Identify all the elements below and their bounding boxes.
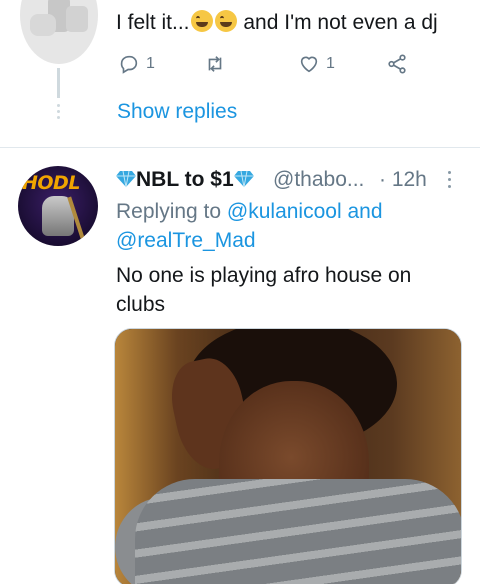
avatar[interactable] [20, 0, 98, 64]
avatar[interactable]: HODL [18, 166, 98, 246]
retweet-icon [208, 56, 222, 72]
diamond-icon [233, 170, 254, 188]
more-icon[interactable] [448, 169, 452, 191]
thread-dot [57, 110, 60, 113]
mention-link[interactable]: @realTre_Mad [116, 229, 256, 252]
like-count: 1 [326, 55, 335, 72]
tweet-text: I felt it... and I'm not even a dj [116, 9, 438, 37]
divider [0, 147, 480, 148]
user-handle[interactable]: @thabo... [273, 165, 364, 195]
reply-icon [120, 55, 138, 74]
tweet-text: No one is playing afro house on clubs [116, 264, 412, 316]
share-icon [388, 54, 406, 74]
mention-link[interactable]: @kulanicool [227, 200, 342, 223]
tweet-header: NBL to $1 @thabo... · 12h [116, 165, 466, 195]
replying-conjunction: and [347, 200, 383, 223]
tweet-actions: 1 1 [118, 53, 418, 79]
retweet-button[interactable] [204, 53, 232, 75]
show-replies-link[interactable]: Show replies [117, 99, 237, 125]
tweet-text-start: I felt it... [116, 11, 190, 34]
like-button[interactable]: 1 [298, 53, 335, 75]
diamond-icon [116, 170, 136, 188]
reply-button[interactable]: 1 [118, 53, 155, 75]
avatar-text: HODL [22, 172, 80, 194]
thread-connector [57, 68, 60, 98]
display-name[interactable]: NBL to $1 [136, 168, 234, 191]
tweet-media-image[interactable] [114, 328, 462, 584]
replying-prefix: Replying to [116, 200, 222, 223]
replying-to: Replying to @kulanicool and @realTre_Mad [116, 197, 446, 255]
tweet-text-end: and I'm not even a dj [243, 11, 438, 34]
thread-dot [57, 104, 60, 107]
like-icon [300, 56, 318, 73]
thread-dot [57, 116, 60, 119]
laughing-emoji-icon [190, 10, 213, 32]
timestamp[interactable]: · 12h [379, 165, 427, 195]
reply-count: 1 [146, 55, 155, 72]
share-button[interactable] [386, 53, 408, 75]
rofl-emoji-icon [214, 10, 237, 32]
